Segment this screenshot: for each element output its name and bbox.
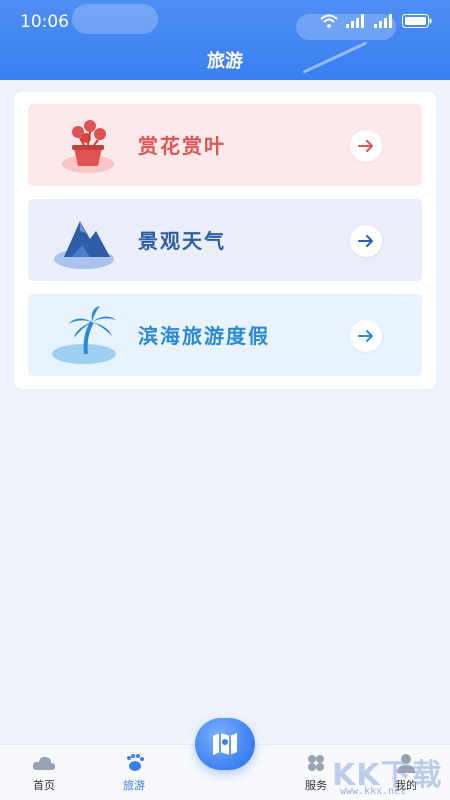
nav-travel[interactable]: 旅游 — [104, 753, 164, 797]
nav-label: 首页 — [33, 779, 55, 792]
status-icons — [320, 14, 432, 28]
map-button[interactable] — [195, 718, 255, 770]
card-landscape[interactable]: 景观天气 — [28, 199, 422, 281]
palm-tree-icon — [52, 306, 116, 364]
footprints-icon — [127, 754, 144, 771]
mountain-icon — [54, 221, 114, 269]
watermark-url: www.kkx.net — [340, 786, 407, 797]
arrow-button[interactable] — [350, 320, 382, 352]
card-label: 赏花赏叶 — [138, 134, 226, 158]
status-bar: 10:06 — [0, 0, 450, 44]
app-header: 10:06 旅游 — [0, 0, 450, 80]
arrow-button[interactable] — [350, 130, 382, 162]
wifi-icon — [320, 14, 338, 28]
watermark: KK下载 www.kkx.net — [330, 748, 450, 800]
arrow-button[interactable] — [350, 225, 382, 257]
arrow-right-icon — [358, 235, 373, 247]
nav-label: 旅游 — [123, 779, 145, 792]
grid-icon — [308, 755, 324, 771]
cloud-icon — [32, 756, 56, 770]
map-icon — [213, 733, 237, 755]
arrow-right-icon — [358, 140, 373, 152]
page-title: 旅游 — [207, 51, 243, 72]
flower-pot-icon — [62, 120, 114, 173]
card-seaside[interactable]: 滨海旅游度假 — [28, 294, 422, 376]
arrow-right-icon — [358, 330, 373, 342]
nav-home[interactable]: 首页 — [14, 753, 74, 797]
battery-icon — [402, 14, 432, 28]
signal-icon — [346, 14, 364, 28]
card-label: 景观天气 — [138, 229, 226, 253]
status-time: 10:06 — [20, 12, 69, 32]
card-label: 滨海旅游度假 — [138, 324, 270, 348]
category-panel: 赏花赏叶 景观天气 滨海旅游度假 — [14, 92, 436, 389]
card-flowers[interactable]: 赏花赏叶 — [28, 104, 422, 186]
signal-icon — [374, 14, 392, 28]
